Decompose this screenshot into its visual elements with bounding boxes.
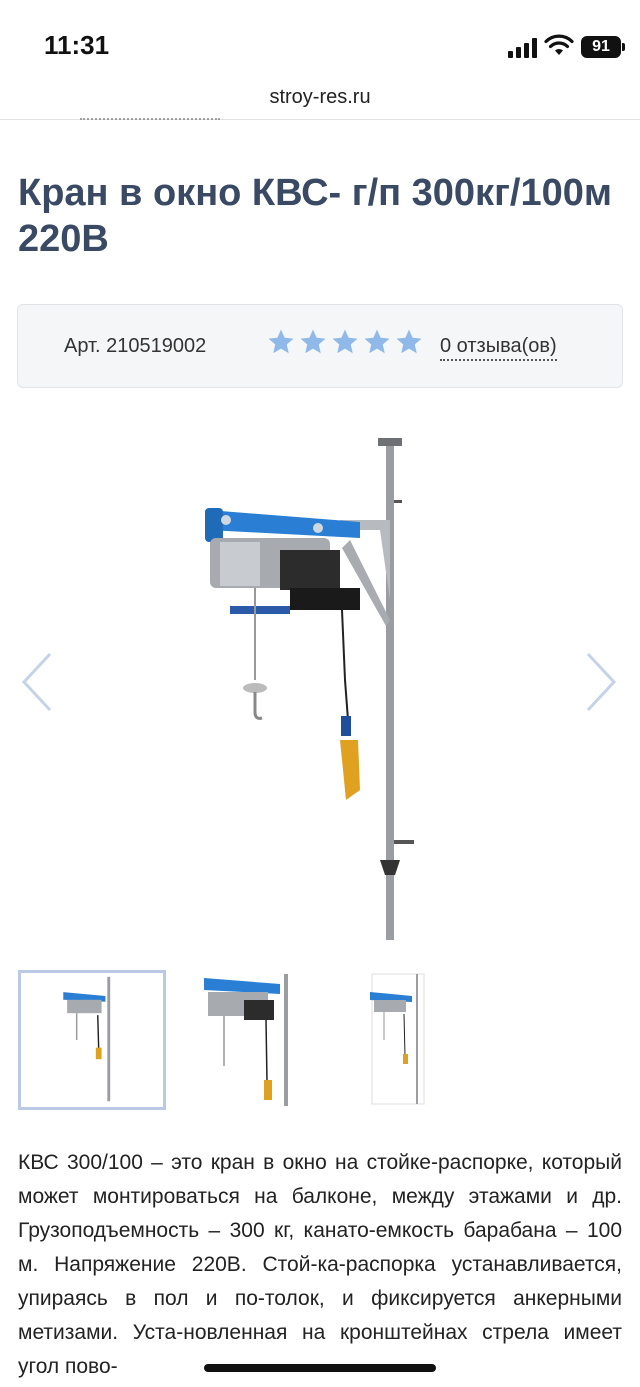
thumbnail-2[interactable]	[184, 970, 332, 1110]
chevron-left-icon[interactable]	[18, 650, 58, 714]
star-icon[interactable]	[362, 327, 392, 357]
url-text[interactable]: stroy-res.ru	[0, 86, 640, 109]
star-icon[interactable]	[266, 327, 296, 357]
star-icon[interactable]	[298, 327, 328, 357]
product-info-box: Арт. 210519002 0 отзыва(ов)	[17, 304, 623, 388]
thumbnail-image	[370, 973, 425, 1105]
signal-icon	[508, 38, 537, 58]
divider	[80, 118, 220, 121]
reviews-link[interactable]: 0 отзыва(ов)	[440, 335, 557, 361]
thumbnail-strip	[18, 970, 622, 1110]
thumbnail-1[interactable]	[18, 970, 166, 1110]
description-area: КВС 300/100 – это кран в окно на стойке-…	[0, 1140, 640, 1387]
page-title: Кран в окно КВС- г/п 300кг/100м 220В	[18, 172, 612, 260]
battery-icon: 91	[581, 36, 625, 58]
article-number: Арт. 210519002	[64, 335, 207, 357]
thumbnail-image	[63, 976, 111, 1102]
thumbnail-image	[204, 974, 288, 1106]
chevron-right-icon[interactable]	[580, 650, 620, 714]
star-icon[interactable]	[394, 327, 424, 357]
product-image[interactable]	[190, 420, 430, 940]
rating-stars[interactable]	[266, 327, 424, 357]
star-icon[interactable]	[330, 327, 360, 357]
status-bar: 11:31 91	[0, 0, 640, 80]
home-indicator[interactable]	[204, 1364, 436, 1372]
product-description: КВС 300/100 – это кран в окно на стойке-…	[18, 1151, 622, 1378]
page: 11:31 91 stroy-res.ru Кран в окно КВС- г…	[0, 0, 640, 1387]
wifi-icon	[544, 34, 574, 55]
product-gallery	[0, 410, 640, 950]
status-time: 11:31	[44, 30, 110, 60]
url-bar[interactable]: stroy-res.ru	[0, 80, 640, 120]
thumbnail-3[interactable]	[350, 970, 498, 1110]
